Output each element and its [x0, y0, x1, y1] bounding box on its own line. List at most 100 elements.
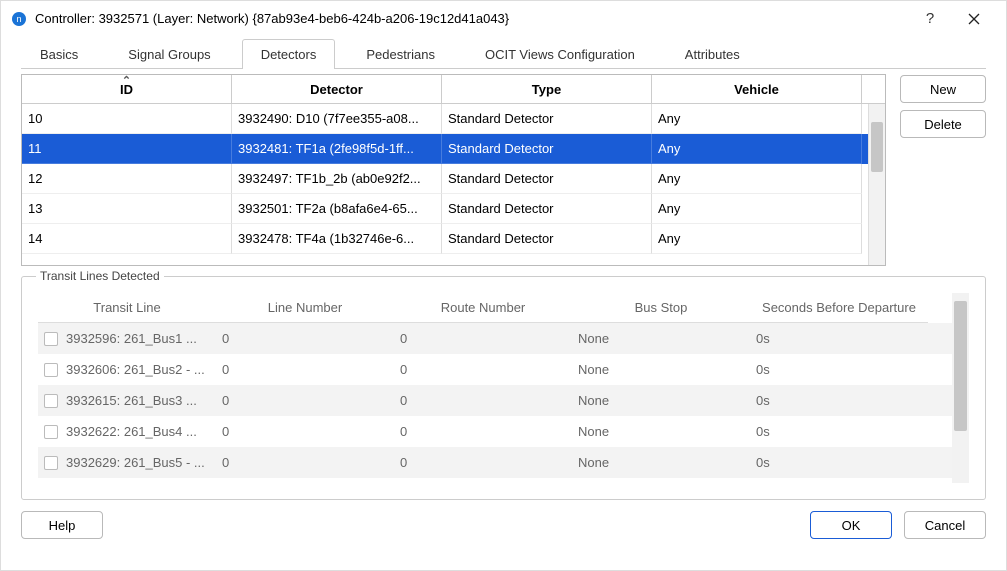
table-row[interactable]: 103932490: D10 (7f7ee355-a08...Standard …: [22, 104, 885, 134]
row-checkbox[interactable]: [44, 394, 58, 408]
cell-detector: 3932490: D10 (7f7ee355-a08...: [232, 104, 442, 134]
titlebar: n Controller: 3932571 (Layer: Network) {…: [1, 1, 1006, 36]
cell-route: 0: [394, 323, 572, 354]
col-transit-line[interactable]: Transit Line: [38, 293, 216, 323]
transit-scrollbar-thumb[interactable]: [954, 301, 967, 431]
cell-vehicle: Any: [652, 134, 862, 164]
cell-lineno: 0: [216, 416, 394, 447]
cell-vehicle: Any: [652, 194, 862, 224]
app-icon: n: [11, 11, 27, 27]
tab-attributes[interactable]: Attributes: [666, 39, 759, 69]
detectors-table-body[interactable]: 103932490: D10 (7f7ee355-a08...Standard …: [22, 104, 885, 265]
cell-secs: 0s: [750, 354, 928, 385]
cell-route: 0: [394, 354, 572, 385]
cell-vehicle: Any: [652, 164, 862, 194]
cell-vehicle: Any: [652, 104, 862, 134]
col-vehicle[interactable]: Vehicle: [652, 75, 862, 103]
list-item[interactable]: 3932615: 261_Bus3 ...00None0s: [38, 385, 969, 416]
cell-detector: 3932481: TF1a (2fe98f5d-1ff...: [232, 134, 442, 164]
cell-secs: 0s: [750, 323, 928, 354]
cell-transit-line: 3932596: 261_Bus1 ...: [38, 323, 216, 354]
cell-lineno: 0: [216, 323, 394, 354]
cell-secs: 0s: [750, 447, 928, 478]
col-bus-stop[interactable]: Bus Stop: [572, 293, 750, 323]
svg-text:n: n: [16, 14, 21, 24]
cell-stop: None: [572, 354, 750, 385]
list-item[interactable]: 3932622: 261_Bus4 ...00None0s: [38, 416, 969, 447]
titlebar-help-button[interactable]: ?: [912, 4, 948, 34]
cell-type: Standard Detector: [442, 104, 652, 134]
cell-detector: 3932497: TF1b_2b (ab0e92f2...: [232, 164, 442, 194]
cell-type: Standard Detector: [442, 164, 652, 194]
help-button[interactable]: Help: [21, 511, 103, 539]
list-item[interactable]: 3932596: 261_Bus1 ...00None0s: [38, 323, 969, 354]
col-type[interactable]: Type: [442, 75, 652, 103]
list-item[interactable]: 3932606: 261_Bus2 - ...00None0s: [38, 354, 969, 385]
group-legend: Transit Lines Detected: [36, 269, 164, 283]
cell-type: Standard Detector: [442, 134, 652, 164]
cell-detector: 3932501: TF2a (b8afa6e4-65...: [232, 194, 442, 224]
transit-table-header: Transit Line Line Number Route Number Bu…: [38, 293, 969, 323]
window-title: Controller: 3932571 (Layer: Network) {87…: [35, 11, 904, 26]
cell-id: 10: [22, 104, 232, 134]
table-row[interactable]: 143932478: TF4a (1b32746e-6...Standard D…: [22, 224, 885, 254]
cell-type: Standard Detector: [442, 224, 652, 254]
list-item[interactable]: 3932629: 261_Bus5 - ...00None0s: [38, 447, 969, 478]
table-row[interactable]: 133932501: TF2a (b8afa6e4-65...Standard …: [22, 194, 885, 224]
cell-stop: None: [572, 416, 750, 447]
cell-stop: None: [572, 385, 750, 416]
vertical-scrollbar[interactable]: [868, 104, 885, 265]
transit-table-body[interactable]: 3932596: 261_Bus1 ...00None0s3932606: 26…: [38, 323, 969, 483]
col-line-number[interactable]: Line Number: [216, 293, 394, 323]
detectors-table[interactable]: ⌃ID Detector Type Vehicle 103932490: D10…: [21, 74, 886, 266]
footer: Help OK Cancel: [21, 506, 986, 539]
ok-button[interactable]: OK: [810, 511, 892, 539]
cell-detector: 3932478: TF4a (1b32746e-6...: [232, 224, 442, 254]
cell-transit-line: 3932622: 261_Bus4 ...: [38, 416, 216, 447]
transit-lines-group: Transit Lines Detected Transit Line Line…: [21, 276, 986, 500]
side-buttons: New Delete: [900, 74, 986, 266]
cell-type: Standard Detector: [442, 194, 652, 224]
tab-basics[interactable]: Basics: [21, 39, 97, 69]
tab-detectors[interactable]: Detectors: [242, 39, 336, 69]
table-row[interactable]: 113932481: TF1a (2fe98f5d-1ff...Standard…: [22, 134, 885, 164]
cell-stop: None: [572, 447, 750, 478]
cell-secs: 0s: [750, 416, 928, 447]
cancel-button[interactable]: Cancel: [904, 511, 986, 539]
detectors-table-header[interactable]: ⌃ID Detector Type Vehicle: [22, 75, 885, 104]
cell-id: 12: [22, 164, 232, 194]
row-checkbox[interactable]: [44, 456, 58, 470]
cell-route: 0: [394, 385, 572, 416]
tab-signal-groups[interactable]: Signal Groups: [109, 39, 229, 69]
cell-id: 14: [22, 224, 232, 254]
col-seconds[interactable]: Seconds Before Departure: [750, 293, 928, 323]
sort-asc-icon: ⌃: [122, 74, 131, 87]
row-checkbox[interactable]: [44, 332, 58, 346]
tabbar: Basics Signal Groups Detectors Pedestria…: [21, 39, 986, 69]
tab-pedestrians[interactable]: Pedestrians: [347, 39, 454, 69]
col-id[interactable]: ⌃ID: [22, 75, 232, 103]
cell-vehicle: Any: [652, 224, 862, 254]
tab-body-detectors: ⌃ID Detector Type Vehicle 103932490: D10…: [21, 74, 986, 560]
transit-table[interactable]: Transit Line Line Number Route Number Bu…: [38, 293, 969, 483]
cell-transit-line: 3932629: 261_Bus5 - ...: [38, 447, 216, 478]
close-icon[interactable]: [956, 4, 992, 34]
row-checkbox[interactable]: [44, 425, 58, 439]
cell-route: 0: [394, 447, 572, 478]
cell-id: 13: [22, 194, 232, 224]
cell-transit-line: 3932615: 261_Bus3 ...: [38, 385, 216, 416]
cell-lineno: 0: [216, 447, 394, 478]
table-row[interactable]: 123932497: TF1b_2b (ab0e92f2...Standard …: [22, 164, 885, 194]
col-route-number[interactable]: Route Number: [394, 293, 572, 323]
transit-scrollbar[interactable]: [952, 293, 969, 483]
col-detector[interactable]: Detector: [232, 75, 442, 103]
new-button[interactable]: New: [900, 75, 986, 103]
cell-lineno: 0: [216, 354, 394, 385]
row-checkbox[interactable]: [44, 363, 58, 377]
tab-ocit[interactable]: OCIT Views Configuration: [466, 39, 654, 69]
content: Basics Signal Groups Detectors Pedestria…: [1, 36, 1006, 570]
delete-button[interactable]: Delete: [900, 110, 986, 138]
scrollbar-thumb[interactable]: [871, 122, 883, 172]
cell-secs: 0s: [750, 385, 928, 416]
dialog-window: n Controller: 3932571 (Layer: Network) {…: [0, 0, 1007, 571]
